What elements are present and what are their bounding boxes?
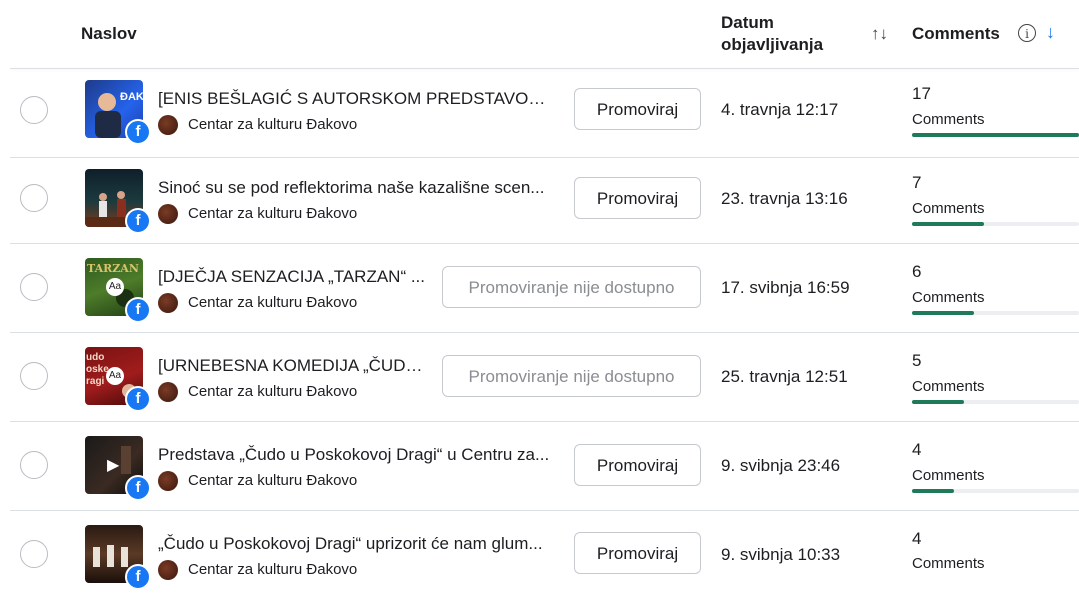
post-title[interactable]: [URNEBESNA KOMEDIJA „ČUDO... [158,356,430,376]
post-title[interactable]: [DJEČJA SENZACIJA „TARZAN“ ... [158,267,428,287]
facebook-icon: f [125,564,151,590]
comment-count: 4 [912,440,922,459]
comments-bar-fill [912,311,974,315]
post-title[interactable]: Sinoć su se pod reflektorima naše kazali… [158,178,558,198]
thumbnail-caption: TARZAN [87,262,139,275]
table-row[interactable]: TARZAN Aa f [DJEČJA SENZACIJA „TARZAN“ .… [0,244,1079,333]
row-select-radio[interactable] [20,184,48,212]
play-icon[interactable]: ▶ [107,455,119,475]
comments-bar [912,222,1079,226]
row-select-radio[interactable] [20,540,48,568]
comments-bar-fill [912,133,1079,137]
publish-date: 17. svibnja 16:59 [721,278,850,297]
page-name: Centar za kulturu Đakovo [188,561,358,578]
sort-desc-icon[interactable]: ↓ [1046,22,1055,43]
comment-count: 5 [912,351,922,370]
column-header-title[interactable]: Naslov [81,24,137,44]
page-avatar [158,204,178,224]
table-header: Naslov Datum objavljivanja ↑↓ Comments i… [0,0,1079,68]
sort-icon[interactable]: ↑↓ [871,24,888,44]
post-title[interactable]: „Čudo u Poskokovoj Dragi“ uprizorit će n… [158,534,558,554]
comments-bar [912,489,1079,493]
table-row[interactable]: f Sinoć su se pod reflektorima naše kaza… [0,155,1079,244]
promote-button[interactable]: Promoviraj [574,444,701,486]
thumbnail-caption: udo [86,352,104,363]
thumbnail-caption: ragi [86,376,105,387]
publish-date: 9. svibnja 10:33 [721,545,841,564]
comments-bar-fill [912,222,984,226]
post-title[interactable]: [ENIS BEŠLAGIĆ S AUTORSKOM PREDSTAVOM „.… [158,89,558,109]
page-name: Centar za kulturu Đakovo [188,383,358,400]
comment-label: Comments [912,467,985,484]
text-format-icon: Aa [106,367,124,385]
thumbnail-caption: ĐAKOV [120,91,143,103]
text-format-icon: Aa [106,278,124,296]
promotion-unavailable-button: Promoviranje nije dostupno [442,266,701,308]
table-row[interactable]: f „Čudo u Poskokovoj Dragi“ uprizorit će… [0,511,1079,600]
column-header-comments[interactable]: Comments [912,24,1000,44]
comments-bar-fill [912,489,954,493]
facebook-icon: f [125,475,151,501]
comment-label: Comments [912,200,985,217]
row-select-radio[interactable] [20,451,48,479]
page-avatar [158,560,178,580]
comments-bar [912,400,1079,404]
post-title[interactable]: Predstava „Čudo u Poskokovoj Dragi“ u Ce… [158,445,558,465]
promote-button[interactable]: Promoviraj [574,532,701,574]
publish-date: 4. travnja 12:17 [721,100,839,119]
table-row[interactable]: ĐAKOV f [ENIS BEŠLAGIĆ S AUTORSKOM PREDS… [0,69,1079,158]
row-select-radio[interactable] [20,273,48,301]
facebook-icon: f [125,297,151,323]
row-select-radio[interactable] [20,362,48,390]
comment-count: 17 [912,84,931,103]
publish-date: 23. travnja 13:16 [721,189,848,208]
promote-button[interactable]: Promoviraj [574,177,701,219]
comment-count: 6 [912,262,922,281]
page-name: Centar za kulturu Đakovo [188,472,358,489]
comment-count: 4 [912,529,922,548]
comment-count: 7 [912,173,922,192]
facebook-icon: f [125,208,151,234]
comment-label: Comments [912,289,985,306]
page-avatar [158,293,178,313]
row-select-radio[interactable] [20,96,48,124]
publish-date: 25. travnja 12:51 [721,367,848,386]
info-icon[interactable]: i [1018,24,1036,42]
page-avatar [158,471,178,491]
page-name: Centar za kulturu Đakovo [188,116,358,133]
column-header-date[interactable]: Datum objavljivanja [721,12,851,56]
comments-bar-fill [912,400,964,404]
facebook-icon: f [125,119,151,145]
comments-bar [912,133,1079,137]
promotion-unavailable-button: Promoviranje nije dostupno [442,355,701,397]
table-row[interactable]: ▶ f Predstava „Čudo u Poskokovoj Dragi“ … [0,422,1079,511]
facebook-icon: f [125,386,151,412]
table-row[interactable]: udo oske ragi Aa f [URNEBESNA KOMEDIJA „… [0,333,1079,422]
publish-date: 9. svibnja 23:46 [721,456,841,475]
page-avatar [158,115,178,135]
comment-label: Comments [912,378,985,395]
promote-button[interactable]: Promoviraj [574,88,701,130]
comment-label: Comments [912,111,985,128]
page-name: Centar za kulturu Đakovo [188,294,358,311]
page-avatar [158,382,178,402]
comment-label: Comments [912,555,985,572]
comments-bar [912,311,1079,315]
page-name: Centar za kulturu Đakovo [188,205,358,222]
